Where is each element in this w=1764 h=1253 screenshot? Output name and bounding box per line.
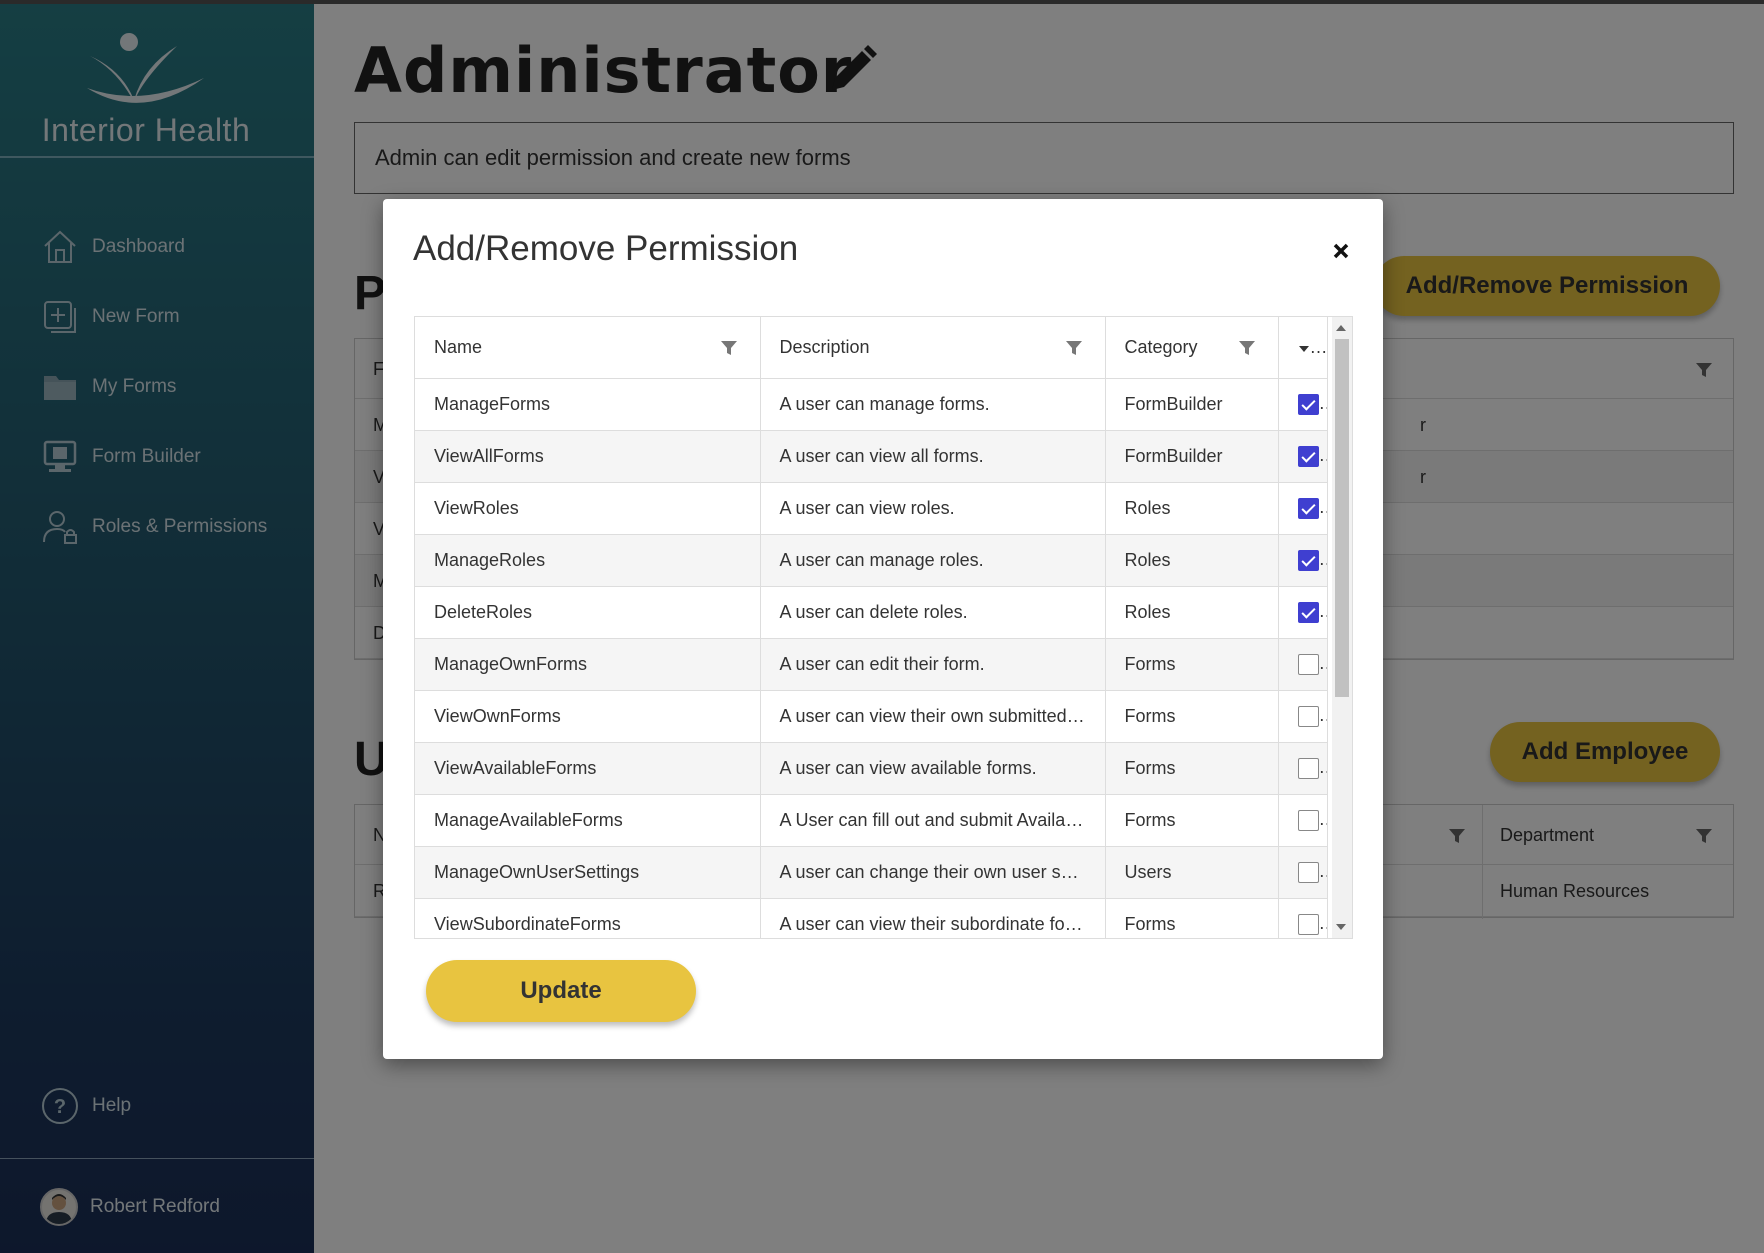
permission-category-cell: Forms — [1105, 742, 1279, 795]
permission-category-cell: Forms — [1105, 794, 1279, 847]
permission-description-cell: A user can view their own submitted … — [760, 690, 1106, 743]
permissions-grid: Name Description Category ManageForms A … — [414, 316, 1353, 939]
permission-name-cell: ViewOwnForms — [415, 690, 761, 743]
table-row[interactable]: ManageAvailableForms A User can fill out … — [415, 794, 1328, 847]
table-row[interactable]: ManageForms A user can manage forms. FormB… — [415, 378, 1328, 431]
permission-name-cell: ManageOwnUserSettings — [415, 846, 761, 899]
permission-checkbox[interactable] — [1297, 601, 1319, 623]
scroll-up-icon[interactable] — [1336, 325, 1346, 331]
permission-checkbox[interactable] — [1297, 653, 1319, 675]
table-row[interactable]: ViewOwnForms A user can view their own su… — [415, 690, 1328, 743]
close-icon[interactable] — [1329, 239, 1353, 263]
permission-name-cell: ManageRoles — [415, 534, 761, 587]
permission-category-cell: FormBuilder — [1105, 430, 1279, 483]
column-header-label: Category — [1124, 336, 1198, 357]
table-row[interactable]: ManageOwnForms A user can edit their form… — [415, 638, 1328, 691]
permission-name-cell: ManageForms — [415, 378, 761, 431]
update-button[interactable]: Update — [426, 960, 696, 1022]
modal-title: Add/Remove Permission — [413, 229, 799, 268]
permission-select-cell — [1278, 586, 1328, 639]
table-row[interactable]: ManageOwnUserSettings A user can change t… — [415, 846, 1328, 899]
permission-category-cell: Forms — [1105, 898, 1279, 938]
permission-select-cell — [1278, 378, 1328, 431]
permission-category-cell: Roles — [1105, 482, 1279, 535]
permission-description-cell: A user can change their own user se… — [760, 846, 1106, 899]
permission-select-cell — [1278, 482, 1328, 535]
permission-category-cell: FormBuilder — [1105, 378, 1279, 431]
permission-description-cell: A user can delete roles. — [760, 586, 1106, 639]
permission-name-cell: ViewAllForms — [415, 430, 761, 483]
permission-select-cell — [1278, 794, 1328, 847]
permission-name-cell: DeleteRoles — [415, 586, 761, 639]
permission-checkbox[interactable] — [1297, 757, 1319, 779]
permission-select-cell — [1278, 430, 1328, 483]
permission-checkbox[interactable] — [1297, 809, 1319, 831]
permission-category-cell: Users — [1105, 846, 1279, 899]
filter-icon[interactable] — [720, 339, 738, 357]
permission-name-cell: ViewSubordinateForms — [415, 898, 761, 938]
permission-checkbox[interactable] — [1297, 393, 1319, 415]
permission-checkbox[interactable] — [1297, 913, 1319, 935]
permission-category-cell: Forms — [1105, 638, 1279, 691]
table-row[interactable]: DeleteRoles A user can delete roles. Roles — [415, 586, 1328, 639]
permission-name-cell: ViewAvailableForms — [415, 742, 761, 795]
table-row[interactable]: ViewSubordinateForms A user can view thei… — [415, 898, 1328, 938]
grid-header-row: Name Description Category — [415, 317, 1328, 379]
column-header-label: Description — [779, 336, 870, 357]
permission-select-cell — [1278, 846, 1328, 899]
grid-body: ManageForms A user can manage forms. FormB… — [415, 378, 1328, 938]
permission-description-cell: A user can manage roles. — [760, 534, 1106, 587]
permission-checkbox[interactable] — [1297, 549, 1319, 571]
table-row[interactable]: ManageRoles A user can manage roles. Roles — [415, 534, 1328, 587]
permission-description-cell: A user can manage forms. — [760, 378, 1106, 431]
permission-description-cell: A user can view their subordinate for… — [760, 898, 1106, 938]
permission-description-cell: A user can view all forms. — [760, 430, 1106, 483]
permission-description-cell: A user can view roles. — [760, 482, 1106, 535]
permission-name-cell: ManageAvailableForms — [415, 794, 761, 847]
permission-select-cell — [1278, 898, 1328, 938]
permission-description-cell: A User can fill out and submit Availa… — [760, 794, 1106, 847]
table-row[interactable]: ViewAvailableForms A user can view availa… — [415, 742, 1328, 795]
permission-name-cell: ViewRoles — [415, 482, 761, 535]
permission-select-cell — [1278, 742, 1328, 795]
filter-icon[interactable] — [1065, 339, 1083, 357]
column-header-select[interactable] — [1278, 317, 1328, 379]
scrollbar-thumb[interactable] — [1335, 339, 1349, 697]
permission-select-cell — [1278, 638, 1328, 691]
permission-category-cell: Roles — [1105, 534, 1279, 587]
column-header-label: Name — [434, 336, 483, 357]
permission-category-cell: Forms — [1105, 690, 1279, 743]
permission-checkbox[interactable] — [1297, 445, 1319, 467]
permission-checkbox[interactable] — [1297, 497, 1319, 519]
filter-icon[interactable] — [1238, 339, 1256, 357]
permission-description-cell: A user can view available forms. — [760, 742, 1106, 795]
scroll-down-icon[interactable] — [1336, 924, 1346, 930]
permission-select-cell — [1278, 690, 1328, 743]
add-remove-permission-modal: Add/Remove Permission Name Description C — [383, 199, 1383, 1059]
table-row[interactable]: ViewAllForms A user can view all forms. Fo… — [415, 430, 1328, 483]
permission-description-cell: A user can edit their form. — [760, 638, 1106, 691]
permission-select-cell — [1278, 534, 1328, 587]
permission-checkbox[interactable] — [1297, 705, 1319, 727]
column-header-category[interactable]: Category — [1105, 317, 1279, 379]
permission-category-cell: Roles — [1105, 586, 1279, 639]
table-row[interactable]: ViewRoles A user can view roles. Roles — [415, 482, 1328, 535]
grid-scrollbar[interactable] — [1332, 317, 1352, 938]
chevron-down-icon[interactable] — [1298, 345, 1310, 353]
permission-checkbox[interactable] — [1297, 861, 1319, 883]
permission-name-cell: ManageOwnForms — [415, 638, 761, 691]
column-header-name[interactable]: Name — [415, 317, 761, 379]
column-header-description[interactable]: Description — [760, 317, 1106, 379]
